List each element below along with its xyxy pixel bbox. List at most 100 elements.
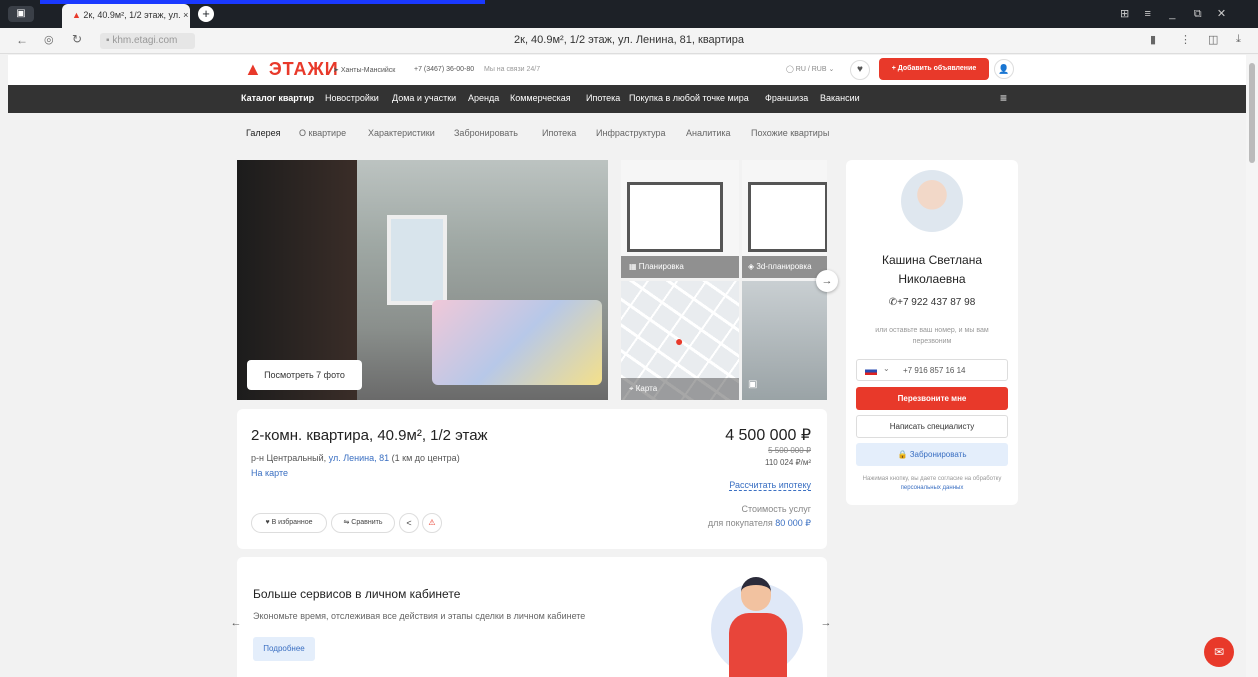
subnav-characteristics[interactable]: Характеристики <box>368 128 435 138</box>
personal-data-link[interactable]: персональных данных <box>901 485 964 491</box>
header-hours: Мы на связи 24/7 <box>484 66 541 73</box>
city-selector[interactable]: ➤ Ханты-Мансийск <box>333 66 395 74</box>
add-to-favorites-button[interactable]: ♥ В избранное <box>251 513 327 533</box>
book-button[interactable]: 🔒 Забронировать <box>856 443 1008 466</box>
more-icon[interactable]: ⋮ <box>1180 33 1191 46</box>
arrow-right-icon: → <box>821 275 833 287</box>
nav-worldwide[interactable]: Покупка в любой точке мира <box>629 93 749 103</box>
menu-icon[interactable]: ≡ <box>1145 8 1151 20</box>
agent-name-line2: Николаевна <box>898 272 966 286</box>
main-nav: Каталог квартир Новостройки Дома и участ… <box>8 85 1246 113</box>
subnav-mortgage[interactable]: Ипотека <box>542 128 576 138</box>
restore-icon[interactable]: ⧉ <box>1194 8 1202 20</box>
promo-prev-button[interactable]: ← <box>226 613 246 633</box>
minimize-icon[interactable]: _ <box>1169 8 1175 20</box>
sidebar-icon[interactable]: ◫ <box>1208 33 1218 46</box>
plan-thumbnail[interactable]: ▦ Планировка <box>621 160 739 278</box>
hamburger-menu-icon[interactable]: ≡ <box>1000 91 1007 105</box>
lock-icon: 🔒 <box>897 450 910 459</box>
page-scrollbar[interactable] <box>1246 55 1258 677</box>
promo-next-button[interactable]: → <box>816 613 836 633</box>
browser-tab[interactable]: ▲ 2к, 40.9м², 1/2 этаж, ул. × <box>62 4 190 28</box>
chat-icon: ✉ <box>1213 645 1225 659</box>
site-logo[interactable]: ▲ ЭТАЖИ <box>244 59 339 80</box>
compare-button[interactable]: ⇋ Сравнить <box>331 513 395 533</box>
callback-hint: или оставьте ваш номер, и мы вам перезво… <box>875 327 989 345</box>
flag-ru-icon[interactable] <box>865 367 877 375</box>
old-price: 5 500 000 ₽ <box>768 446 811 455</box>
subnav-infrastructure[interactable]: Инфраструктура <box>596 128 666 138</box>
subnav-about[interactable]: О квартире <box>299 128 346 138</box>
nav-commercial[interactable]: Коммерческая <box>510 93 571 103</box>
nav-catalog[interactable]: Каталог квартир <box>241 93 314 103</box>
call-me-button[interactable]: Перезвоните мне <box>856 387 1008 410</box>
share-button[interactable]: < <box>399 513 419 533</box>
nav-franchise[interactable]: Франшиза <box>765 93 808 103</box>
bookmark-icon[interactable]: ▮ <box>1150 33 1156 46</box>
consent-text: Нажимая кнопку, вы даете согласие на обр… <box>862 476 1002 491</box>
street-link[interactable]: ул. Ленина, 81 <box>329 453 389 463</box>
site-header: ▲ ЭТАЖИ ➤ Ханты-Мансийск +7 (3467) 36-00… <box>8 55 1246 85</box>
gallery-next-button[interactable]: → <box>816 270 838 292</box>
main-photo[interactable]: Посмотреть 7 фото <box>237 160 608 400</box>
nav-mortgage[interactable]: Ипотека <box>586 93 620 103</box>
promo-text: Экономьте время, отслеживая все действия… <box>253 611 586 621</box>
bed-image <box>432 300 602 385</box>
logo-icon: ▲ <box>244 59 263 79</box>
services-label: Стоимость услуг <box>741 504 812 514</box>
nav-vacancies[interactable]: Вакансии <box>820 93 860 103</box>
nav-newbuildings[interactable]: Новостройки <box>325 93 379 103</box>
services-price: 80 000 ₽ <box>775 518 811 528</box>
arrow-left-icon: ← <box>230 617 242 629</box>
nav-houses[interactable]: Дома и участки <box>392 93 456 103</box>
user-icon[interactable]: 👤 <box>994 59 1014 79</box>
favorites-button[interactable]: ♥ <box>850 60 870 80</box>
kitchen-thumbnail[interactable]: ▣ <box>742 281 827 400</box>
floorplan-3d-image <box>748 182 827 252</box>
view-photos-button[interactable]: Посмотреть 7 фото <box>247 360 362 390</box>
chevron-down-icon: ⌄ <box>883 364 890 373</box>
agent-avatar <box>901 170 963 232</box>
on-map-link[interactable]: На карте <box>251 468 288 478</box>
promo-more-button[interactable]: Подробнее <box>253 637 315 661</box>
listing-address: р-н Центральный, ул. Ленина, 81 (1 км до… <box>251 453 460 463</box>
close-window-icon[interactable]: ✕ <box>1217 8 1226 20</box>
nav-rent[interactable]: Аренда <box>468 93 499 103</box>
listing-card: 2-комн. квартира, 40.9м², 1/2 этаж р-н Ц… <box>237 409 827 549</box>
map-thumbnail[interactable]: ● ⌖ Карта <box>621 281 739 400</box>
extensions-icon[interactable]: ⊞ <box>1120 8 1129 20</box>
share-icon: < <box>406 518 412 528</box>
location-icon: ➤ <box>333 67 341 74</box>
phone-icon: ✆ <box>888 297 898 308</box>
write-specialist-button[interactable]: Написать специалисту <box>856 415 1008 438</box>
promo-illustration <box>709 575 805 677</box>
subnav-similar[interactable]: Похожие квартиры <box>751 128 829 138</box>
browser-menu-icon[interactable]: ▣ <box>8 6 34 22</box>
agent-name-line1: Кашина Светлана <box>881 253 983 267</box>
map-pin-icon: ● <box>675 333 684 349</box>
map-label: ⌖ Карта <box>621 378 739 400</box>
report-button[interactable]: ⚠ <box>422 513 442 533</box>
subnav-booking[interactable]: Забронировать <box>454 128 518 138</box>
header-phone[interactable]: +7 (3467) 36-00-80 <box>414 66 474 73</box>
scrollbar-thumb[interactable] <box>1249 63 1255 163</box>
language-currency-select[interactable]: ◯ RU / RUB ⌄ <box>786 65 834 73</box>
subnav-analytics[interactable]: Аналитика <box>686 128 731 138</box>
promo-title: Больше сервисов в личном кабинете <box>253 587 461 601</box>
warning-icon: ⚠ <box>428 518 436 527</box>
plan3d-thumbnail[interactable]: ◈ 3d-планировка <box>742 160 827 278</box>
add-listing-button[interactable]: + Добавить объявление <box>879 58 989 80</box>
subnav-gallery[interactable]: Галерея <box>246 128 281 138</box>
calc-mortgage-link[interactable]: Рассчитать ипотеку <box>729 480 811 491</box>
arrow-right-icon: → <box>820 617 832 629</box>
agent-phone[interactable]: ✆+7 922 437 87 98 <box>846 297 1018 308</box>
web-page: ▲ ЭТАЖИ ➤ Ханты-Мансийск +7 (3467) 36-00… <box>8 55 1246 677</box>
download-icon[interactable]: ⤓ <box>1236 33 1241 46</box>
window-image <box>387 215 447 305</box>
photo-icon: ▣ <box>748 379 758 390</box>
phone-input[interactable]: ⌄ +7 916 857 16 14 <box>856 359 1008 381</box>
chat-button[interactable]: ✉ <box>1204 637 1234 667</box>
illustration-body <box>729 613 787 677</box>
plan3d-label: ◈ 3d-планировка <box>742 256 827 278</box>
new-tab-icon[interactable]: + <box>198 6 214 22</box>
